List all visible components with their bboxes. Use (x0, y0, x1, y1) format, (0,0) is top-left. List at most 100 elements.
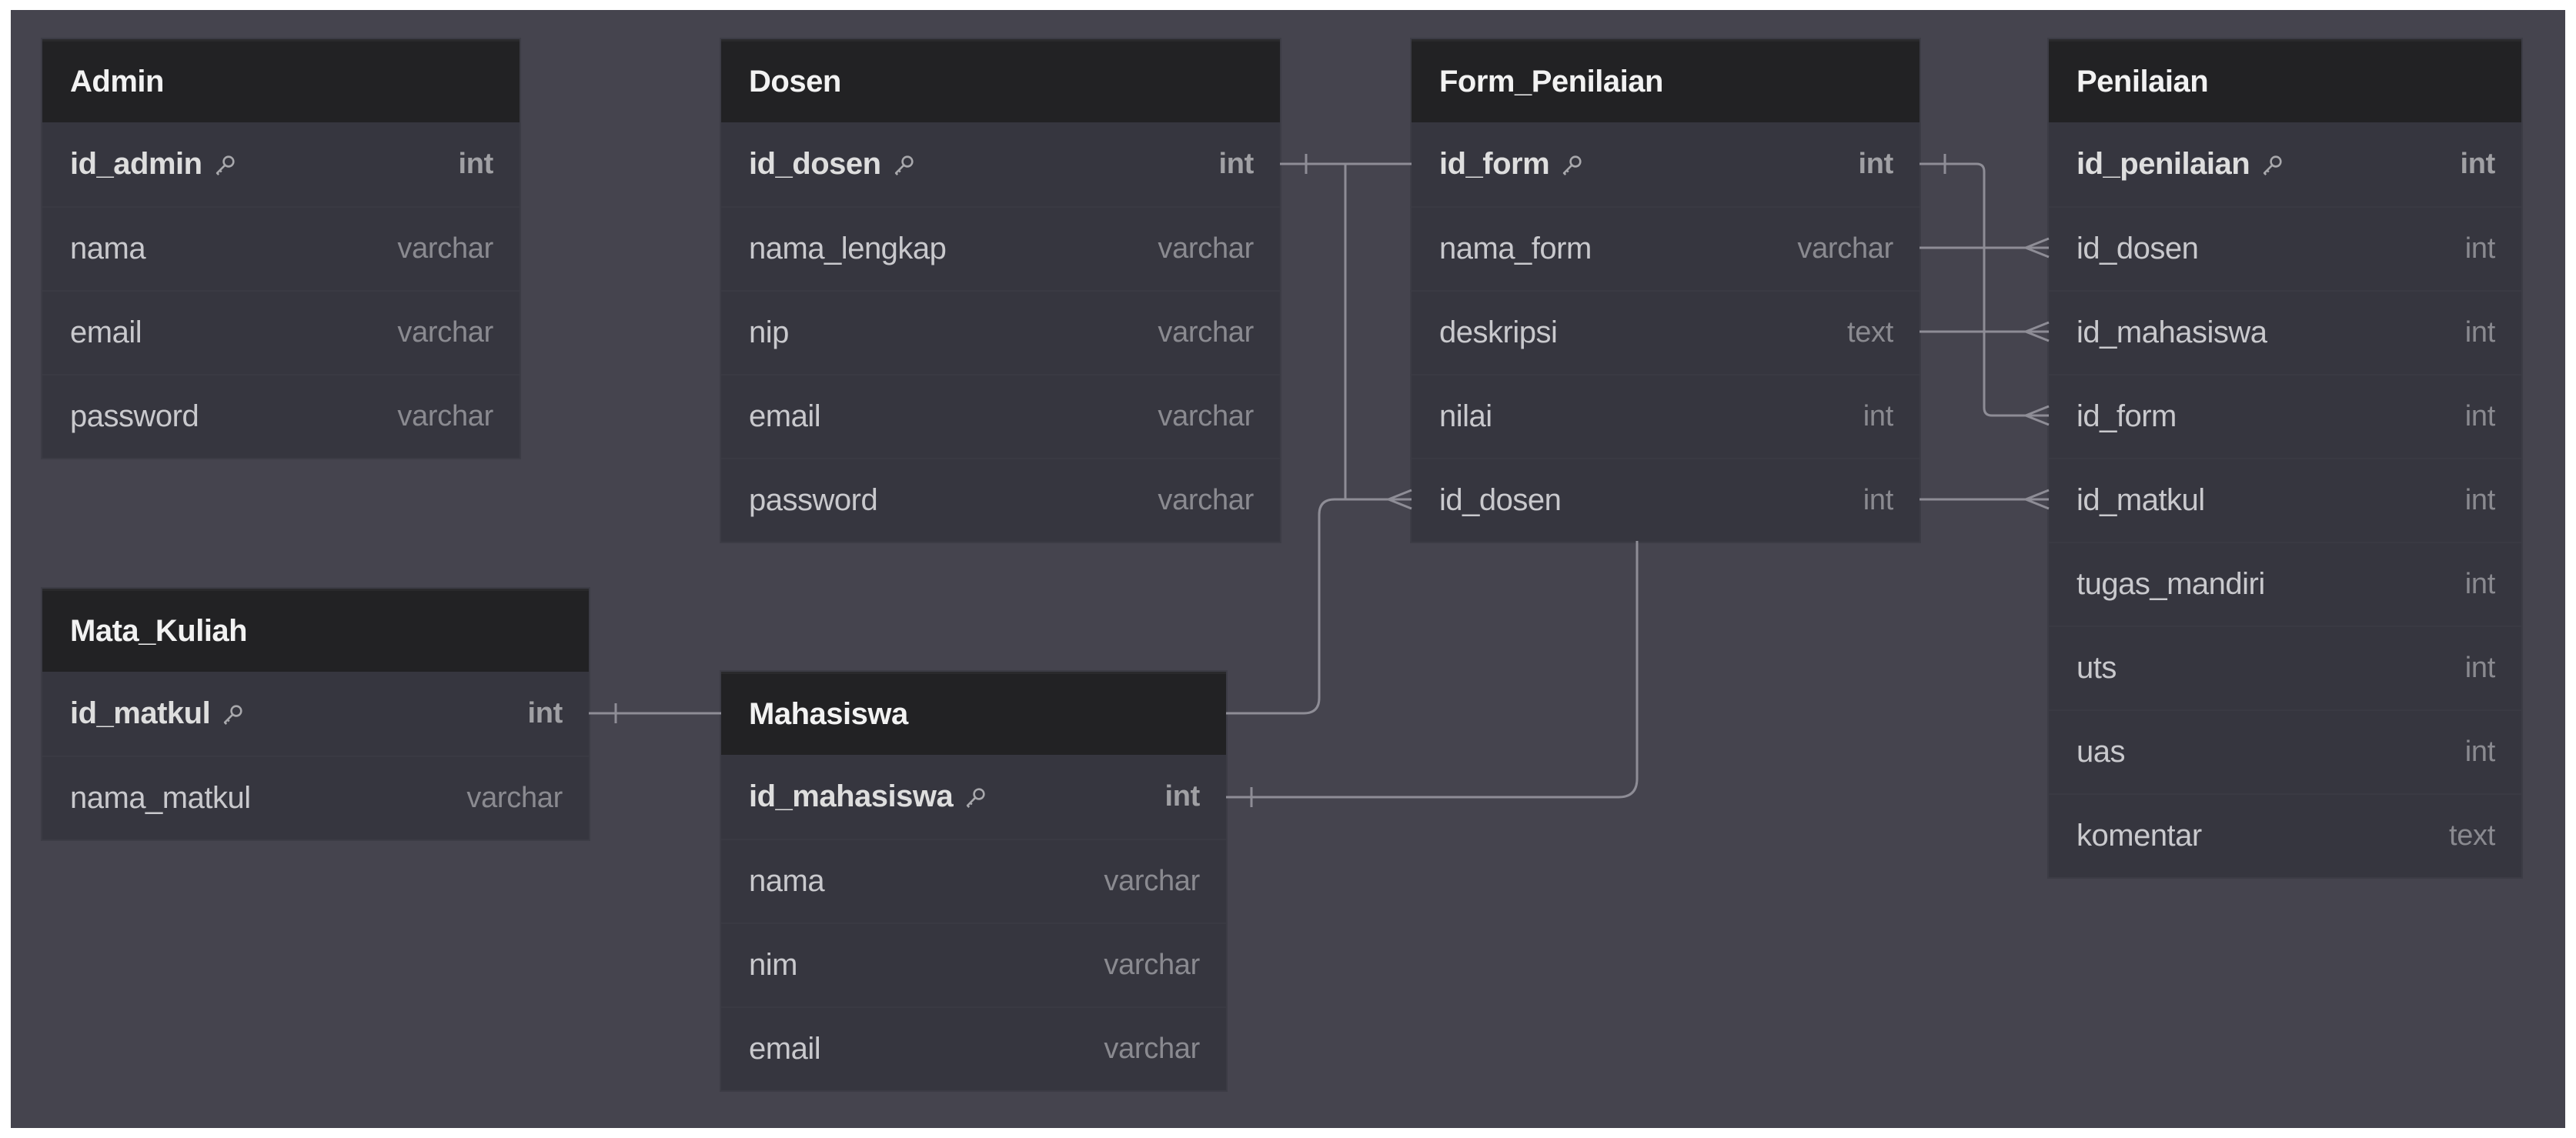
field-name-text: email (749, 1032, 821, 1066)
field-row[interactable]: password varchar (42, 374, 520, 458)
field-name: nama_lengkap (749, 232, 947, 266)
field-row[interactable]: nip varchar (721, 290, 1280, 374)
table-penilaian[interactable]: Penilaian id_penilaian int id_dosen int id_ma… (2049, 39, 2521, 877)
field-name: id_dosen (2077, 232, 2199, 266)
table-dosen[interactable]: Dosen id_dosen int nama_lengkap varchar nip va… (721, 39, 1280, 542)
table-mahasiswa[interactable]: Mahasiswa id_mahasiswa int nama varchar nim va… (721, 672, 1226, 1090)
table-form-penilaian[interactable]: Form_Penilaian id_form int nama_form varchar… (1412, 39, 1919, 542)
field-name-text: deskripsi (1439, 315, 1558, 349)
field-name: nama (70, 232, 146, 266)
table-header[interactable]: Dosen (721, 39, 1280, 122)
field-type: varchar (1158, 400, 1254, 432)
field-name-text: nama (70, 232, 146, 265)
field-name-text: id_form (1439, 147, 1550, 181)
key-icon (219, 701, 246, 727)
field-type: int (2464, 484, 2496, 516)
field-row[interactable]: id_matkul int (2049, 458, 2521, 542)
table-title: Form_Penilaian (1439, 65, 1663, 98)
field-name: email (749, 399, 821, 434)
table-header[interactable]: Form_Penilaian (1412, 39, 1919, 122)
field-name-text: nama (749, 864, 825, 898)
field-type: int (527, 697, 563, 729)
field-type: int (2464, 652, 2496, 684)
field-type: text (2448, 819, 2495, 852)
field-row[interactable]: nama_lengkap varchar (721, 206, 1280, 290)
field-name-text: id_admin (70, 147, 202, 181)
field-name-text: id_form (2077, 399, 2177, 433)
field-row[interactable]: uts int (2049, 626, 2521, 709)
field-name-text: id_matkul (70, 696, 211, 730)
field-name: id_dosen (749, 147, 917, 182)
key-icon (2259, 152, 2285, 178)
field-row[interactable]: email varchar (721, 1006, 1226, 1090)
table-fields: id_mahasiswa int nama varchar nim varchar emai… (721, 755, 1226, 1090)
field-name: nip (749, 315, 789, 350)
field-row[interactable]: id_matkul int (42, 672, 589, 756)
key-icon (212, 152, 238, 178)
field-row[interactable]: id_mahasiswa int (721, 755, 1226, 839)
field-type: varchar (1158, 316, 1254, 349)
field-row[interactable]: email varchar (42, 290, 520, 374)
field-name: uts (2077, 651, 2117, 686)
field-name: email (749, 1032, 821, 1066)
field-type: varchar (397, 316, 493, 349)
key-icon (962, 784, 988, 810)
field-name: nama_matkul (70, 781, 251, 816)
field-row[interactable]: nama_matkul varchar (42, 756, 589, 839)
field-name-text: id_matkul (2077, 483, 2205, 517)
field-name-text: uts (2077, 651, 2117, 685)
field-name-text: id_dosen (1439, 483, 1562, 517)
table-header[interactable]: Admin (42, 39, 520, 122)
table-header[interactable]: Penilaian (2049, 39, 2521, 122)
field-type: int (2464, 232, 2496, 265)
field-row[interactable]: id_mahasiswa int (2049, 290, 2521, 374)
field-row[interactable]: password varchar (721, 458, 1280, 542)
field-row[interactable]: deskripsi text (1412, 290, 1919, 374)
table-title: Mata_Kuliah (70, 614, 248, 648)
field-row[interactable]: id_form int (1412, 122, 1919, 206)
field-name: nama_form (1439, 232, 1592, 266)
field-row[interactable]: nama_form varchar (1412, 206, 1919, 290)
table-title: Mahasiswa (749, 697, 908, 731)
table-header[interactable]: Mahasiswa (721, 672, 1226, 755)
field-row[interactable]: id_dosen int (1412, 458, 1919, 542)
field-row[interactable]: nama varchar (721, 839, 1226, 923)
table-header[interactable]: Mata_Kuliah (42, 589, 589, 672)
field-name-text: nim (749, 948, 797, 982)
field-name: email (70, 315, 142, 350)
field-name-text: tugas_mandiri (2077, 567, 2265, 601)
table-title: Penilaian (2077, 65, 2209, 98)
field-row[interactable]: komentar text (2049, 793, 2521, 877)
field-name: id_penilaian (2077, 147, 2285, 182)
table-fields: id_dosen int nama_lengkap varchar nip varchar… (721, 122, 1280, 542)
field-type: text (1846, 316, 1893, 349)
field-row[interactable]: nilai int (1412, 374, 1919, 458)
table-mata-kuliah[interactable]: Mata_Kuliah id_matkul int nama_matkul varcha… (42, 589, 589, 839)
field-row[interactable]: id_dosen int (2049, 206, 2521, 290)
field-row[interactable]: id_admin int (42, 122, 520, 206)
field-type: int (1218, 148, 1254, 180)
field-row[interactable]: id_form int (2049, 374, 2521, 458)
key-icon (890, 152, 917, 178)
field-type: varchar (1104, 1033, 1200, 1065)
field-type: varchar (1158, 232, 1254, 265)
field-name-text: nip (749, 315, 789, 349)
field-name: password (70, 399, 199, 434)
field-row[interactable]: id_dosen int (721, 122, 1280, 206)
field-row[interactable]: email varchar (721, 374, 1280, 458)
table-fields: id_admin int nama varchar email varchar passwo… (42, 122, 520, 458)
field-name: deskripsi (1439, 315, 1558, 350)
field-name-text: id_penilaian (2077, 147, 2250, 181)
field-row[interactable]: nama varchar (42, 206, 520, 290)
field-name-text: id_dosen (749, 147, 881, 181)
table-admin[interactable]: Admin id_admin int nama varchar email varchar p… (42, 39, 520, 458)
key-icon (1559, 152, 1585, 178)
field-row[interactable]: uas int (2049, 709, 2521, 793)
field-type: int (458, 148, 493, 180)
field-name-text: email (749, 399, 821, 433)
field-row[interactable]: tugas_mandiri int (2049, 542, 2521, 626)
field-row[interactable]: id_penilaian int (2049, 122, 2521, 206)
field-type: int (2464, 736, 2496, 768)
field-row[interactable]: nim varchar (721, 923, 1226, 1006)
field-type: int (2460, 148, 2495, 180)
